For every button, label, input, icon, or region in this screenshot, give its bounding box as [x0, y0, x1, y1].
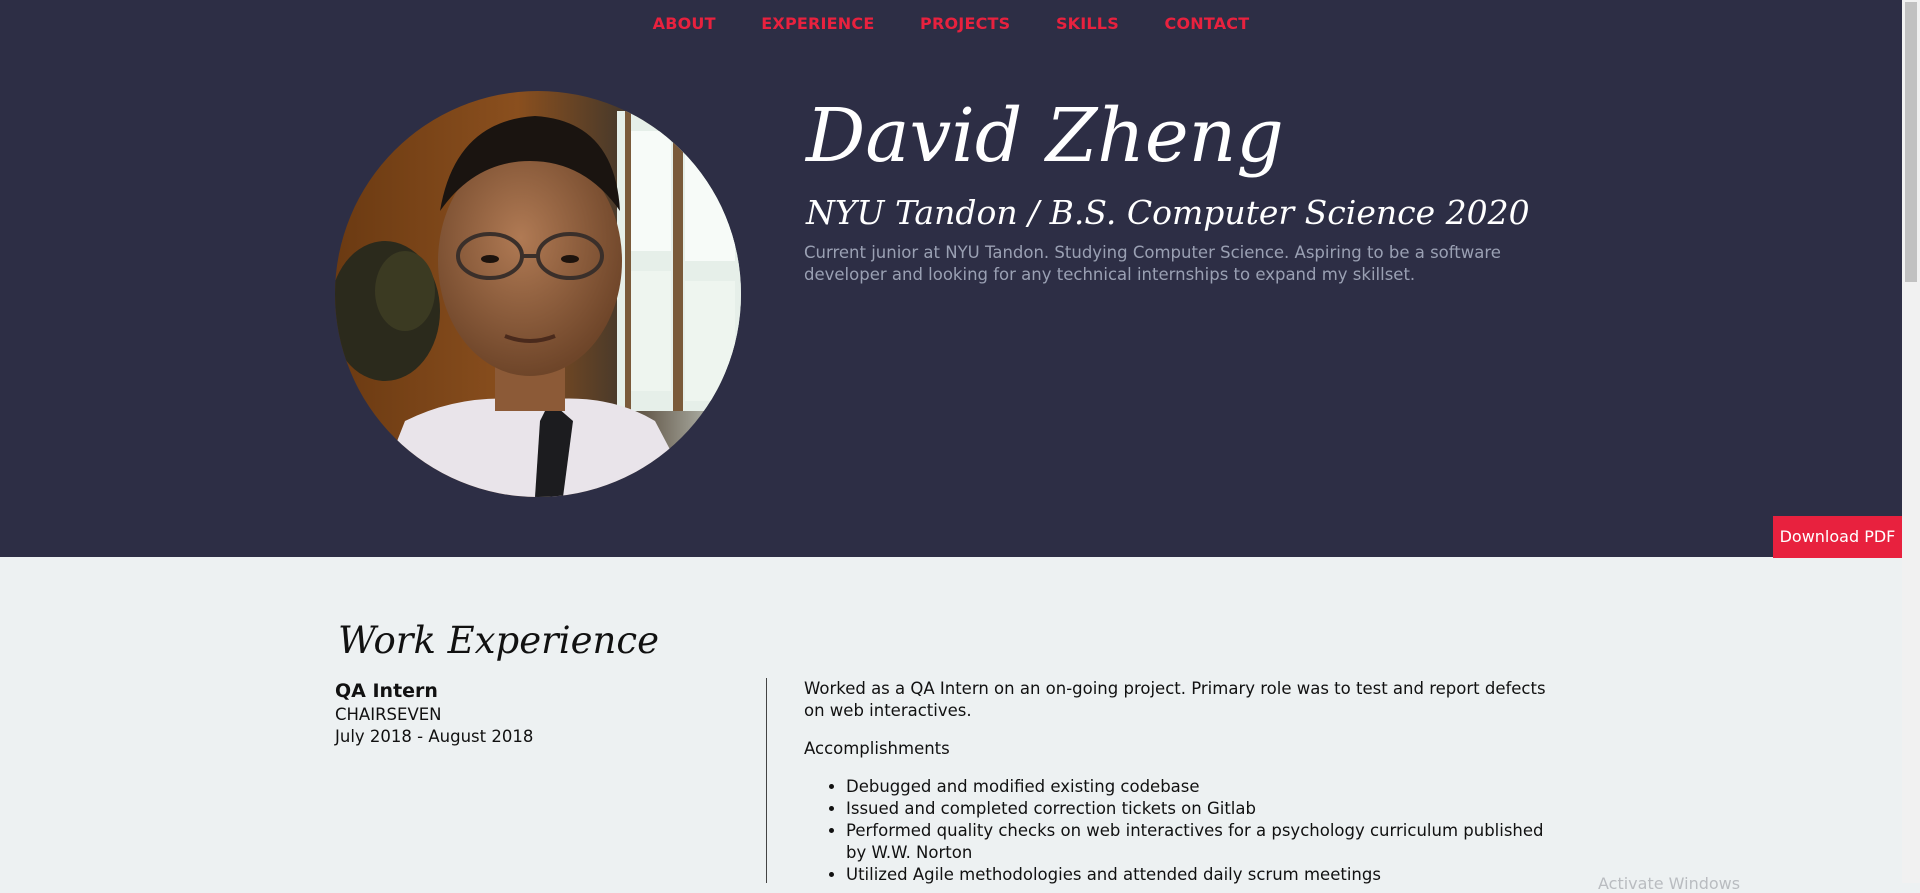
job-title: QA Intern: [335, 680, 438, 702]
scrollbar-thumb[interactable]: [1905, 2, 1917, 282]
hero-section: ABOUT EXPERIENCE PROJECTS SKILLS CONTACT: [0, 0, 1902, 558]
profile-photo: [335, 91, 741, 497]
job-company: CHAIRSEVEN: [335, 705, 442, 724]
list-item: Performed quality checks on web interact…: [846, 820, 1564, 864]
top-nav: ABOUT EXPERIENCE PROJECTS SKILLS CONTACT: [0, 14, 1902, 33]
accomplishments-heading: Accomplishments: [804, 739, 950, 758]
job-summary: Worked as a QA Intern on an on-going pro…: [804, 679, 1546, 720]
nav-projects[interactable]: PROJECTS: [920, 14, 1010, 33]
profile-name: David Zheng: [806, 93, 1284, 179]
download-pdf-button[interactable]: Download PDF: [1773, 516, 1902, 558]
activate-windows-watermark: Activate Windows: [1598, 874, 1741, 893]
nav-contact[interactable]: CONTACT: [1165, 14, 1250, 33]
nav-skills[interactable]: SKILLS: [1056, 14, 1119, 33]
work-experience-title: Work Experience: [338, 619, 659, 662]
timeline-divider: [766, 678, 767, 883]
list-item: Issued and completed correction tickets …: [846, 798, 1564, 820]
accomplishments-list: Debugged and modified existing codebase …: [804, 776, 1564, 886]
nav-experience[interactable]: EXPERIENCE: [761, 14, 874, 33]
profile-subtitle: NYU Tandon / B.S. Computer Science 2020: [806, 193, 1530, 232]
nav-about[interactable]: ABOUT: [653, 14, 716, 33]
job-description: Worked as a QA Intern on an on-going pro…: [804, 678, 1564, 886]
job-meta: QA Intern CHAIRSEVEN July 2018 - August …: [335, 679, 533, 748]
job-dates: July 2018 - August 2018: [335, 727, 534, 746]
list-item: Debugged and modified existing codebase: [846, 776, 1564, 798]
vertical-scrollbar[interactable]: [1902, 0, 1920, 883]
profile-bio: Current junior at NYU Tandon. Studying C…: [804, 243, 1501, 284]
